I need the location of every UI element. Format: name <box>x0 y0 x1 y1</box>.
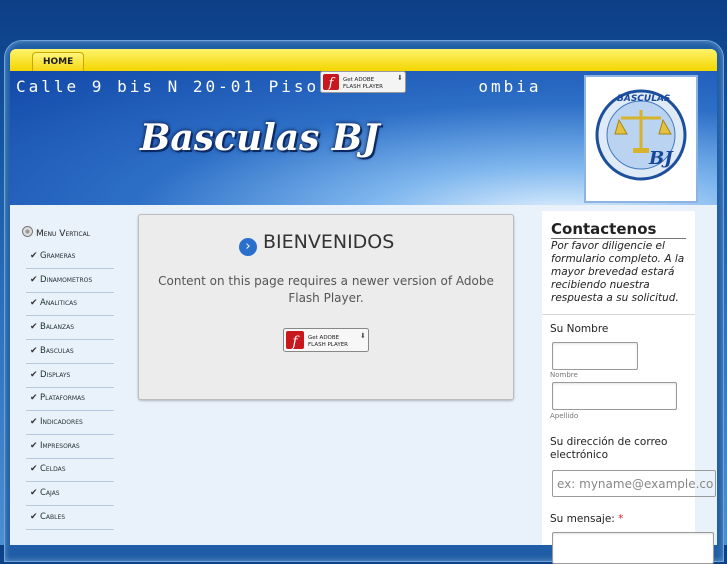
svg-text:⬇: ⬇ <box>397 74 403 82</box>
checkmark-icon: ✔ <box>30 322 38 333</box>
logo-text-bottom: BJ <box>648 148 674 169</box>
sidebar-item-balanzas[interactable]: ✔ Balanzas <box>26 316 114 341</box>
flash-button-line2: FLASH PLAYER <box>308 342 348 348</box>
contact-form: Contactenos Por favor diligencie el form… <box>542 211 716 564</box>
site-logo: BASCULAS BJ <box>586 77 696 201</box>
message-label: Su mensaje: * <box>550 513 624 525</box>
contact-description: Por favor diligencie el formulario compl… <box>551 240 685 304</box>
sidebar-item-label: Analiticas <box>40 298 78 309</box>
sidebar-item-label: Impresoras <box>40 440 80 451</box>
logo-text-top: BASCULAS <box>617 94 670 104</box>
first-name-field[interactable] <box>552 342 638 370</box>
welcome-panel: › BIENVENIDOS Content on this page requir… <box>138 214 514 400</box>
checkmark-icon: ✔ <box>30 393 38 404</box>
address-tail: ombia <box>478 77 542 96</box>
get-flash-player-badge[interactable]: f Get ADOBE FLASH PLAYER ⬇ <box>320 71 406 93</box>
nav-tab-home[interactable]: HOME <box>32 52 85 72</box>
sidebar-item-impresoras[interactable]: ✔ Impresoras <box>26 435 114 459</box>
sidebar-item-displays[interactable]: ✔ Displays <box>26 364 114 388</box>
sidebar-item-label: Celdas <box>40 464 66 475</box>
required-mark: * <box>618 513 624 525</box>
sidebar-item-grameras[interactable]: ✔ Grameras <box>26 245 114 269</box>
name-label: Su Nombre <box>550 323 609 335</box>
radio-bullet-icon <box>22 226 33 237</box>
flash-button-line1: Get ADOBE <box>308 335 340 341</box>
flash-badge-line1: Get ADOBE <box>343 77 375 83</box>
email-label: Su dirección de correo electrónico <box>550 436 668 461</box>
checkmark-icon: ✔ <box>30 488 38 498</box>
sidebar-item-label: Dinamometros <box>40 274 93 285</box>
last-name-field[interactable] <box>552 382 677 410</box>
sidebar-item-cajas[interactable]: ✔ Cajas <box>26 482 114 506</box>
header-address: Calle 9 bis N 20-01 Piso 3 Bo ombia <box>16 77 542 96</box>
top-nav-bar <box>10 49 717 71</box>
sidebar-item-plataformas[interactable]: ✔ Plataformas <box>26 387 114 412</box>
site-title: Basculas BJ <box>140 117 380 159</box>
sidebar-item-basculas[interactable]: ✔ Basculas <box>26 340 114 364</box>
flash-badge-line2: FLASH PLAYER <box>343 84 383 90</box>
sidebar-item-label: Basculas <box>40 345 74 356</box>
sidebar-item-analiticas[interactable]: ✔ Analiticas <box>26 292 114 317</box>
flash-required-message: Content on this page requires a newer ve… <box>158 274 494 305</box>
checkmark-icon: ✔ <box>30 274 38 285</box>
sidebar-item-label: Plataformas <box>40 393 85 404</box>
sidebar-item-label: Displays <box>40 369 71 380</box>
divider <box>542 314 695 315</box>
site-header: Calle 9 bis N 20-01 Piso 3 Bo ombia Bascu… <box>10 71 717 205</box>
get-flash-player-button[interactable]: f Get ADOBE FLASH PLAYER ⬇ <box>283 328 369 352</box>
contact-title: Contactenos <box>551 220 657 238</box>
checkmark-icon: ✔ <box>30 464 38 475</box>
sidebar-item-label: Cables <box>40 511 66 522</box>
checkmark-icon: ✔ <box>30 345 38 356</box>
sidebar-item-label: Cajas <box>40 488 60 498</box>
sidebar-title: Menu Vertical <box>22 226 90 239</box>
arrow-right-icon: › <box>239 238 257 256</box>
sidebar-item-label: Balanzas <box>40 322 75 333</box>
checkmark-icon: ✔ <box>30 251 38 261</box>
sidebar-item-dinamometros[interactable]: ✔ Dinamometros <box>26 269 114 293</box>
welcome-heading: › BIENVENIDOS <box>239 231 394 256</box>
sidebar-item-indicadores[interactable]: ✔ Indicadores <box>26 411 114 435</box>
contact-title-underline <box>551 238 686 239</box>
checkmark-icon: ✔ <box>30 298 38 309</box>
email-field[interactable]: ex: myname@example.co <box>552 470 716 497</box>
sidebar-item-label: Grameras <box>40 251 76 261</box>
checkmark-icon: ✔ <box>30 511 38 522</box>
svg-text:⬇: ⬇ <box>360 332 366 340</box>
checkmark-icon: ✔ <box>30 440 38 451</box>
last-name-sublabel: Apellido <box>550 412 579 420</box>
sidebar-item-celdas[interactable]: ✔ Celdas <box>26 458 114 483</box>
first-name-sublabel: Nombre <box>550 371 578 379</box>
checkmark-icon: ✔ <box>30 369 38 380</box>
message-field[interactable] <box>552 532 714 564</box>
checkmark-icon: ✔ <box>30 416 38 427</box>
sidebar-item-label: Indicadores <box>40 416 83 427</box>
sidebar-item-cables[interactable]: ✔ Cables <box>26 506 114 530</box>
